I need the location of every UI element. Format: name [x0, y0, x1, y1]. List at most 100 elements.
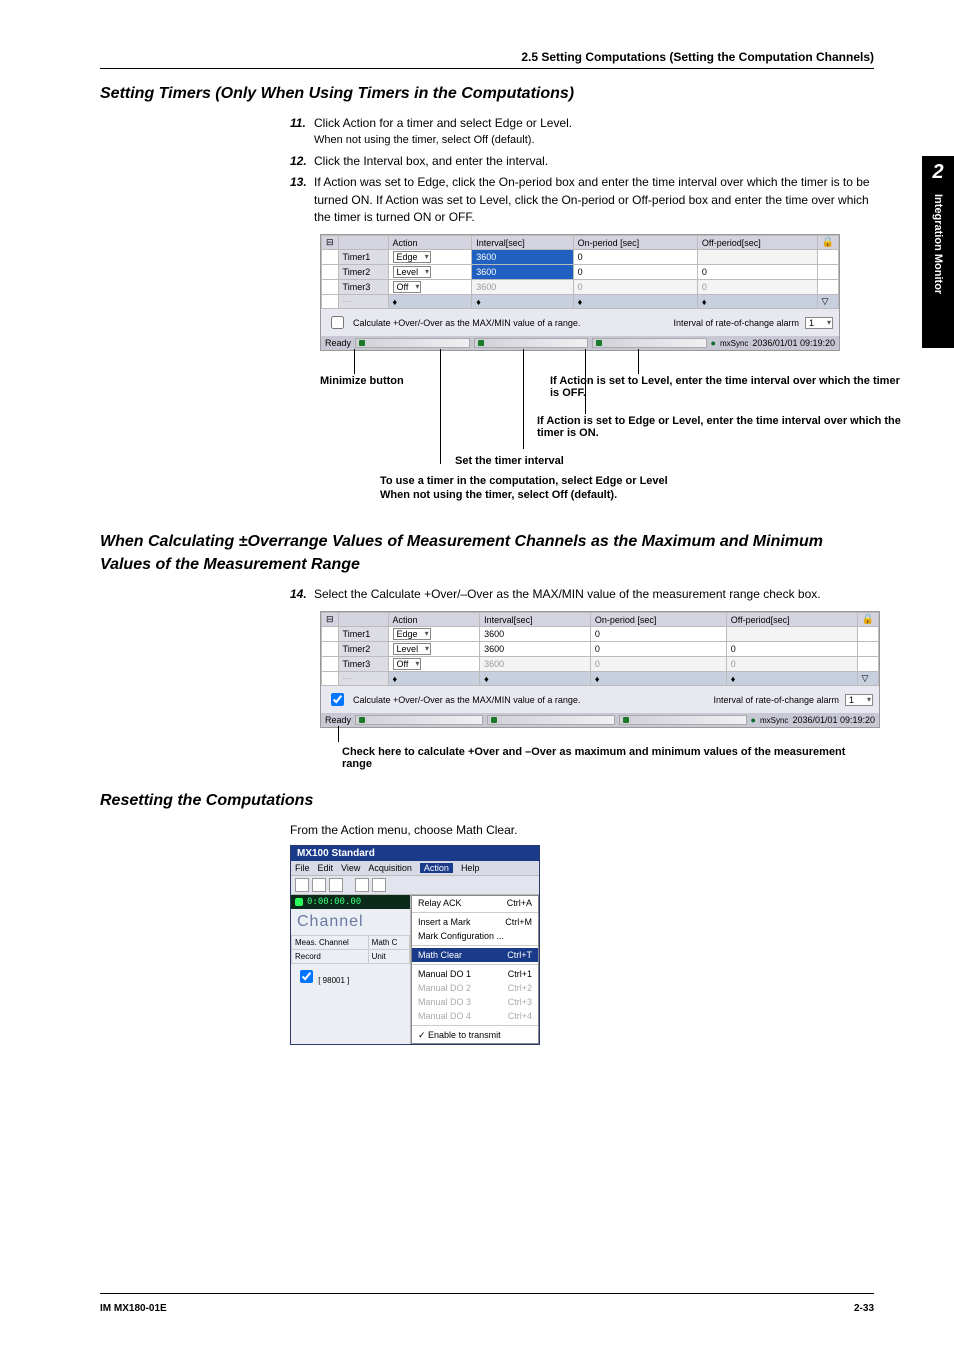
col-action: Action [388, 613, 480, 627]
status-segment [474, 338, 589, 348]
footer-right: 2-33 [854, 1303, 874, 1314]
callout-interval: Set the timer interval [455, 455, 755, 467]
timer-table: ⊟ Action Interval[sec] On-period [sec] O… [321, 235, 839, 309]
tab-record[interactable]: Record [292, 949, 369, 963]
timer-table-2: ⊟ Action Interval[sec] On-period [sec] O… [321, 612, 879, 686]
minimize-button[interactable]: ⊟ [322, 613, 339, 627]
channel-heading: Channel [291, 909, 410, 935]
action-select[interactable]: Off [388, 280, 472, 295]
status-time: 2036/01/01 09:19:20 [752, 338, 835, 348]
heading-timers: Setting Timers (Only When Using Timers i… [100, 83, 874, 105]
status-time: 2036/01/01 09:19:20 [792, 715, 875, 725]
step-subtext: When not using the timer, select Off (de… [314, 133, 874, 149]
rate-select[interactable]: 1 [845, 694, 873, 706]
callout-bottom1: To use a timer in the computation, selec… [380, 475, 880, 487]
onperiod-input[interactable]: 0 [590, 627, 726, 642]
status-ready: Ready [325, 715, 351, 725]
interval-input[interactable]: 3600 [472, 265, 573, 280]
offperiod-input[interactable]: 0 [726, 642, 857, 657]
new-icon[interactable] [295, 878, 309, 892]
interval-input[interactable]: 3600 [480, 642, 591, 657]
side-tab: 2 Integration Monitor [922, 156, 954, 348]
callout-off: If Action is set to Level, enter the tim… [550, 375, 910, 399]
step-number: 14. [290, 586, 314, 603]
interval-input[interactable]: 3600 [480, 627, 591, 642]
callout-minimize: Minimize button [320, 375, 420, 387]
menu-view[interactable]: View [341, 863, 360, 873]
channel-id: [ 98001 ] [318, 976, 349, 985]
step-number: 13. [290, 174, 314, 226]
chapter-label: Integration Monitor [922, 188, 954, 348]
callout-check: Check here to calculate +Over and –Over … [342, 734, 874, 770]
lock-icon: 🔒 [857, 613, 878, 627]
menubar[interactable]: File Edit View Acquisition Action Help [291, 861, 539, 875]
chapter-number: 2 [922, 156, 954, 188]
menu-file[interactable]: File [295, 863, 310, 873]
interval-input[interactable]: 3600 [472, 250, 573, 265]
offperiod-input[interactable]: 0 [697, 265, 817, 280]
open-icon[interactable] [312, 878, 326, 892]
offperiod-input [697, 250, 817, 265]
interval-input: 3600 [472, 280, 573, 295]
row-label: Timer2 [338, 265, 388, 280]
col-onperiod: On-period [sec] [590, 613, 726, 627]
action-select[interactable]: Off [393, 658, 422, 670]
status-ready: Ready [325, 338, 351, 348]
menu-action[interactable]: Action [420, 863, 453, 873]
onperiod-input[interactable]: 0 [573, 265, 697, 280]
action-select[interactable]: Level [388, 265, 472, 280]
overrange-checkbox[interactable] [331, 316, 344, 329]
tab-math[interactable]: Math C [368, 935, 409, 949]
paste-icon[interactable] [372, 878, 386, 892]
status-segment [592, 338, 707, 348]
step-text: Click the Interval box, and enter the in… [314, 154, 548, 168]
save-icon[interactable] [329, 878, 343, 892]
channel-check[interactable] [300, 970, 313, 983]
minimize-button[interactable]: ⊟ [322, 236, 339, 250]
action-dropdown[interactable]: Relay ACKCtrl+A Insert a MarkCtrl+M Mark… [411, 895, 539, 1044]
heading-reset: Resetting the Computations [100, 790, 874, 812]
col-offperiod: Off-period[sec] [726, 613, 857, 627]
rate-label: Interval of rate-of-change alarm [673, 318, 799, 328]
menu-enable-transmit[interactable]: ✓ Enable to transmit [412, 1028, 538, 1043]
col-interval: Interval[sec] [472, 236, 573, 250]
row-label: Timer3 [338, 280, 388, 295]
step-number: 11. [290, 115, 314, 148]
onperiod-input: 0 [573, 280, 697, 295]
offperiod-input: 0 [697, 280, 817, 295]
tab-unit[interactable]: Unit [368, 949, 409, 963]
row-label: Timer1 [338, 250, 388, 265]
toolbar[interactable] [291, 875, 539, 895]
menu-acquisition[interactable]: Acquisition [368, 863, 412, 873]
callout-on: If Action is set to Edge or Level, enter… [537, 415, 917, 439]
app-window: MX100 Standard File Edit View Acquisitio… [290, 845, 540, 1045]
rate-select[interactable]: 1 [805, 317, 833, 329]
menu-math-clear[interactable]: Math ClearCtrl+T [412, 948, 538, 962]
rate-label: Interval of rate-of-change alarm [713, 695, 839, 705]
overrange-checkbox[interactable] [331, 693, 344, 706]
menu-edit[interactable]: Edit [318, 863, 334, 873]
col-interval: Interval[sec] [480, 613, 591, 627]
action-select[interactable]: Level [393, 643, 432, 655]
reset-text: From the Action menu, choose Math Clear. [290, 823, 874, 837]
action-select[interactable]: Edge [388, 250, 472, 265]
action-select[interactable]: Edge [393, 628, 431, 640]
overrange-label: Calculate +Over/-Over as the MAX/MIN val… [353, 318, 580, 328]
onperiod-input[interactable]: 0 [590, 642, 726, 657]
col-onperiod: On-period [sec] [573, 236, 697, 250]
overrange-label: Calculate +Over/-Over as the MAX/MIN val… [353, 695, 580, 705]
step-text: If Action was set to Edge, click the On-… [314, 175, 870, 224]
recorder-time: 0:00:00.00 [291, 895, 410, 909]
step-text: Select the Calculate +Over/–Over as the … [314, 587, 821, 601]
tab-meas[interactable]: Meas. Channel [292, 935, 369, 949]
menu-help[interactable]: Help [461, 863, 480, 873]
onperiod-input[interactable]: 0 [573, 250, 697, 265]
callout-bottom2: When not using the timer, select Off (de… [380, 489, 880, 501]
col-action: Action [388, 236, 472, 250]
footer-left: IM MX180-01E [100, 1303, 167, 1314]
col-offperiod: Off-period[sec] [697, 236, 817, 250]
copy-icon[interactable] [355, 878, 369, 892]
app-title: MX100 Standard [291, 846, 539, 861]
breadcrumb: 2.5 Setting Computations (Setting the Co… [100, 50, 874, 68]
heading-overrange: When Calculating ±Overrange Values of Me… [100, 531, 874, 576]
